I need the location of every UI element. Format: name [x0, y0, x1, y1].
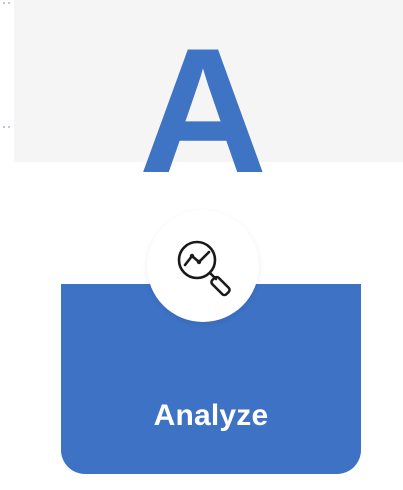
icon-badge — [147, 210, 259, 322]
card-label: Analyze — [153, 399, 269, 432]
magnifier-chart-icon — [177, 240, 231, 297]
hero-letter: A — [138, 11, 268, 210]
decorative-dots — [0, 0, 14, 140]
